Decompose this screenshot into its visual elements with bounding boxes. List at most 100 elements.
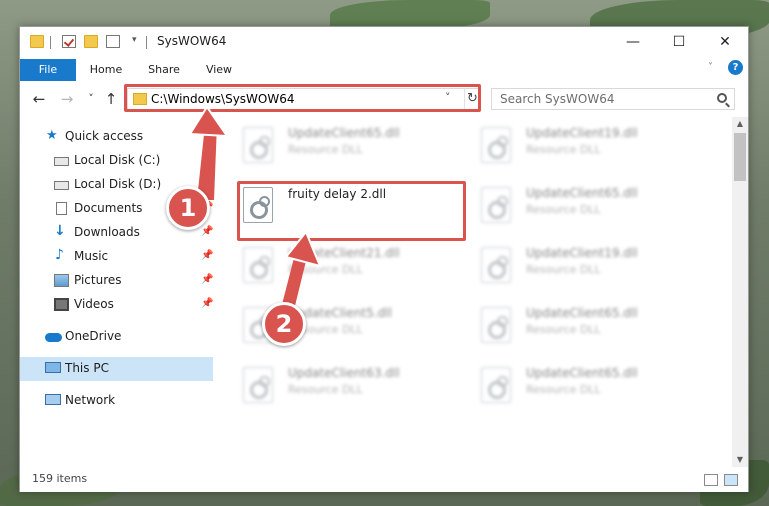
dll-file-icon [481,367,511,403]
pin-icon[interactable]: 📌 [201,250,213,261]
file-item[interactable]: UpdateClient65.dll Resource DLL [240,123,470,173]
search-box[interactable]: Search SysWOW64 [491,88,735,110]
file-type: Resource DLL [288,263,363,276]
documents-icon [56,202,67,215]
file-item[interactable]: UpdateClient65.dll Resource DLL [478,363,708,413]
dll-file-icon [481,247,511,283]
title-bar: ▾ SysWOW64 — ☐ ✕ [20,27,748,57]
pin-icon[interactable]: 📌 [201,226,213,237]
sidebar-item-label: Music [74,249,109,263]
tab-view[interactable]: View [196,59,242,81]
sidebar-item-label: Pictures [74,273,122,287]
sidebar-item-network[interactable]: Network [20,389,213,413]
file-name: UpdateClient21.dll [288,246,400,260]
vertical-scrollbar[interactable]: ▲ ▼ [732,117,748,467]
maximize-button[interactable]: ☐ [656,27,702,57]
file-item[interactable]: UpdateClient19.dll Resource DLL [478,243,708,293]
close-button[interactable]: ✕ [702,27,748,57]
item-count: 159 items [32,472,88,485]
scroll-down-icon[interactable]: ▼ [732,453,748,467]
file-type: Resource DLL [526,383,601,396]
minimize-button[interactable]: — [610,27,656,57]
sidebar-item-music[interactable]: ♪ Music 📌 [20,245,213,269]
pin-icon[interactable]: 📌 [201,178,213,189]
forward-button[interactable]: → [58,90,76,108]
tab-file[interactable]: File [20,59,76,81]
file-name: UpdateClient65.dll [526,306,638,320]
file-item[interactable]: UpdateClient63.dll Resource DLL [240,363,470,413]
step-badge-2: 2 [262,302,306,346]
file-type: Resource DLL [526,143,601,156]
file-type: Resource DLL [526,203,601,216]
pin-icon[interactable]: 📌 [201,154,213,165]
back-button[interactable]: ← [30,90,48,108]
sidebar-item-label: Local Disk (C:) [74,153,161,167]
sidebar-item-pictures[interactable]: Pictures 📌 [20,269,213,293]
file-name: UpdateClient19.dll [526,246,638,260]
sidebar-item-label: Documents [74,201,143,215]
drive-icon [54,157,69,166]
pin-icon[interactable]: 📌 [201,274,213,285]
file-item[interactable]: UpdateClient21.dll Resource DLL [240,243,470,293]
sidebar-item-label: Network [65,393,116,407]
expand-ribbon-icon[interactable]: ˅ [708,62,713,73]
window-title: SysWOW64 [157,34,227,48]
search-input[interactable]: Search SysWOW64 [500,92,614,106]
file-name: UpdateClient65.dll [526,366,638,380]
file-highlight [237,181,466,241]
dll-file-icon [481,127,511,163]
sidebar-item-local-disk-c[interactable]: Local Disk (C:) 📌 [20,149,213,173]
sidebar-item-label: This PC [65,361,109,375]
pin-icon[interactable]: 📌 [201,298,213,309]
status-bar: 159 items [20,467,748,492]
divider [146,36,147,49]
tab-home[interactable]: Home [82,59,130,81]
dll-file-icon [243,367,273,403]
file-item[interactable]: UpdateClient65.dll Resource DLL [478,303,708,353]
file-type: Resource DLL [526,323,601,336]
file-list: UpdateClient65.dll Resource DLL fruity d… [230,117,730,467]
sidebar-item-onedrive[interactable]: OneDrive [20,325,213,349]
videos-icon [54,298,69,311]
file-item[interactable]: UpdateClient65.dll Resource DLL [478,183,708,233]
large-icons-view-icon[interactable] [724,474,738,486]
folder-icon [30,35,44,48]
sidebar-item-videos[interactable]: Videos 📌 [20,293,213,317]
quick-access-dropdown-icon[interactable]: ▾ [132,35,137,45]
step-badge-1: 1 [166,186,210,230]
tab-share[interactable]: Share [140,59,188,81]
up-button[interactable]: ↑ [102,90,120,108]
recent-locations-button[interactable]: ˅ [82,90,100,108]
ribbon-tabs: File Home Share View [20,57,748,81]
customize-quick-access-icon[interactable] [106,35,120,48]
sidebar-item-quick-access[interactable]: ★ Quick access [20,125,213,149]
dll-file-icon [481,187,511,223]
navigation-pane: ★ Quick access Local Disk (C:) 📌 Local D… [20,117,215,467]
file-type: Resource DLL [526,263,601,276]
download-icon: ↓ [54,223,66,239]
scroll-up-icon[interactable]: ▲ [732,117,748,131]
details-view-icon[interactable] [704,474,718,486]
search-icon[interactable] [717,93,727,103]
help-icon[interactable]: ? [728,60,743,75]
sidebar-item-this-pc[interactable]: This PC [20,357,213,381]
sidebar-item-label: Downloads [74,225,140,239]
sidebar-item-label: Videos [74,297,114,311]
properties-icon[interactable] [62,35,76,48]
file-name: UpdateClient19.dll [526,126,638,140]
star-icon: ★ [46,128,58,143]
cloud-icon [45,333,62,342]
file-name: UpdateClient63.dll [288,366,400,380]
sidebar-item-label: OneDrive [65,329,122,343]
computer-icon [45,362,61,373]
music-icon: ♪ [55,247,64,263]
sidebar-item-label: Quick access [65,129,144,143]
file-type: Resource DLL [288,143,363,156]
scrollbar-thumb[interactable] [734,133,746,181]
file-name: UpdateClient65.dll [288,126,400,140]
file-type: Resource DLL [288,383,363,396]
file-item[interactable]: UpdateClient19.dll Resource DLL [478,123,708,173]
dll-file-icon [243,247,273,283]
dll-file-icon [481,307,511,343]
new-folder-icon[interactable] [84,35,98,48]
